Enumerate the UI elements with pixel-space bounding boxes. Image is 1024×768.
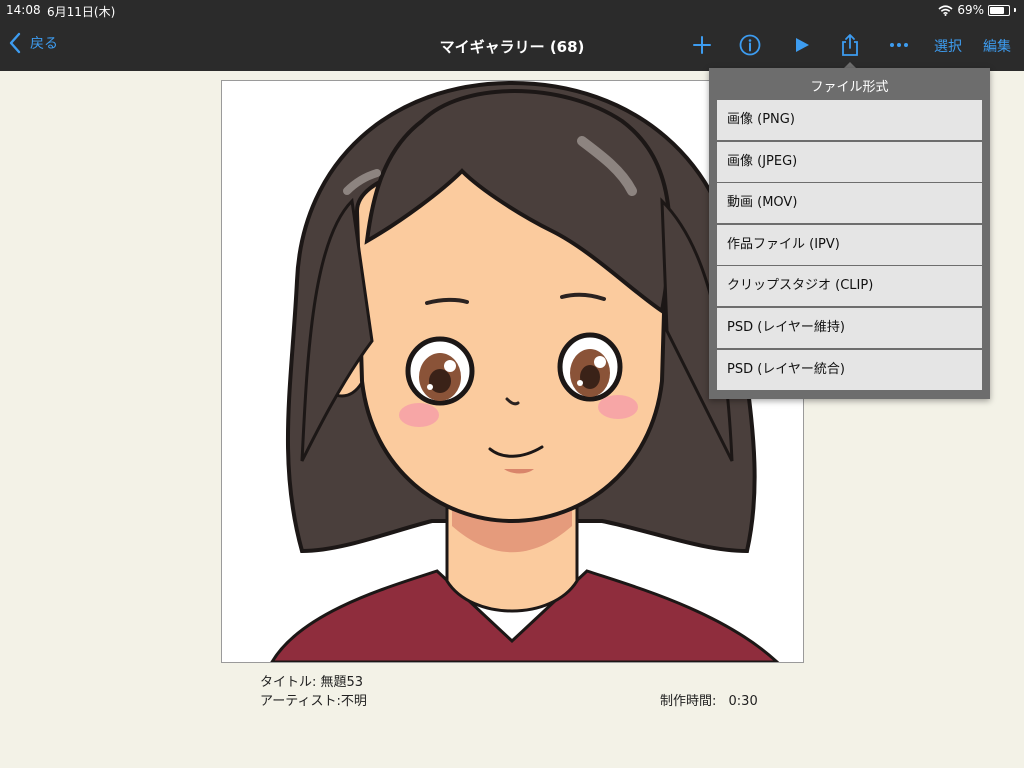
wifi-icon xyxy=(938,4,953,16)
edit-button[interactable]: 編集 xyxy=(983,36,1011,56)
battery-percent: 69% xyxy=(957,3,984,17)
status-date: 6月11日(木) xyxy=(47,5,116,19)
more-icon[interactable] xyxy=(887,33,911,57)
format-psd-flat-option[interactable]: PSD (レイヤー統合) xyxy=(717,349,982,390)
left-cheek xyxy=(399,403,439,427)
artwork-artist: アーティスト:不明 xyxy=(260,694,367,709)
navigation-bar: 戻る マイギャラリー (68) 選択 編集 xyxy=(0,20,1024,71)
file-format-popover: ファイル形式 画像 (PNG) 画像 (JPEG) 動画 (MOV) 作品ファイ… xyxy=(709,68,990,399)
format-clip-option[interactable]: クリップスタジオ (CLIP) xyxy=(717,266,982,307)
status-time: 14:08 xyxy=(6,3,41,17)
creation-time-value: 0:30 xyxy=(728,694,758,709)
status-right: 69% xyxy=(938,3,1016,17)
right-eye xyxy=(557,332,623,402)
artwork-title: タイトル: 無題53 xyxy=(260,675,364,690)
back-chevron-icon xyxy=(9,32,21,54)
status-bar: 14:08 6月11日(木) 69% xyxy=(0,0,1024,20)
back-label: 戻る xyxy=(30,36,58,52)
creation-time: 制作時間: 0:30 xyxy=(660,690,758,709)
format-psd-layers-option[interactable]: PSD (レイヤー維持) xyxy=(717,307,982,348)
share-icon[interactable] xyxy=(838,33,862,57)
format-jpeg-option[interactable]: 画像 (JPEG) xyxy=(717,141,982,182)
format-ipv-option[interactable]: 作品ファイル (IPV) xyxy=(717,224,982,265)
select-button[interactable]: 選択 xyxy=(934,36,962,56)
battery-icon xyxy=(988,4,1010,16)
back-button[interactable]: 戻る xyxy=(8,32,58,54)
creation-time-label: 制作時間: xyxy=(660,694,717,709)
plus-icon[interactable] xyxy=(690,33,714,57)
info-icon[interactable] xyxy=(738,33,762,57)
popover-title: ファイル形式 xyxy=(810,80,889,95)
right-cheek xyxy=(598,395,638,419)
page-title: マイギャラリー (68) xyxy=(439,38,585,56)
play-icon[interactable] xyxy=(790,33,814,57)
format-mov-option[interactable]: 動画 (MOV) xyxy=(717,183,982,224)
battery-fill xyxy=(990,6,1004,14)
left-eye xyxy=(405,336,475,406)
format-png-option[interactable]: 画像 (PNG) xyxy=(717,100,982,140)
file-format-list: 画像 (PNG) 画像 (JPEG) 動画 (MOV) 作品ファイル (IPV)… xyxy=(717,100,982,391)
battery-tip xyxy=(1014,8,1016,12)
